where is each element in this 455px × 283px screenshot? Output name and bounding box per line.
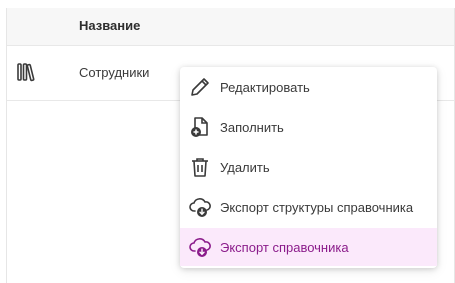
trash-icon bbox=[189, 156, 211, 178]
menu-item-fill[interactable]: Заполнить bbox=[180, 108, 437, 146]
menu-item-delete[interactable]: Удалить bbox=[180, 148, 437, 186]
table-header: Название bbox=[7, 8, 454, 46]
column-header-name[interactable]: Название bbox=[79, 18, 140, 33]
row-label: Сотрудники bbox=[79, 65, 150, 80]
pencil-icon bbox=[189, 76, 211, 98]
cloud-download-icon bbox=[189, 196, 211, 218]
menu-item-edit[interactable]: Редактировать bbox=[180, 68, 437, 106]
books-icon bbox=[16, 62, 38, 82]
context-menu: Редактировать Заполнить Удалить Экспорт … bbox=[180, 67, 437, 268]
menu-item-label: Удалить bbox=[220, 160, 270, 175]
menu-item-export-directory[interactable]: Экспорт справочника bbox=[180, 228, 437, 266]
menu-item-label: Экспорт структуры справочника bbox=[220, 200, 414, 215]
menu-item-export-structure[interactable]: Экспорт структуры справочника bbox=[180, 188, 437, 226]
menu-item-label: Экспорт справочника bbox=[220, 240, 349, 255]
cloud-download-icon bbox=[189, 236, 211, 258]
file-add-icon bbox=[189, 116, 211, 138]
menu-item-label: Заполнить bbox=[220, 120, 284, 135]
menu-item-label: Редактировать bbox=[220, 80, 310, 95]
